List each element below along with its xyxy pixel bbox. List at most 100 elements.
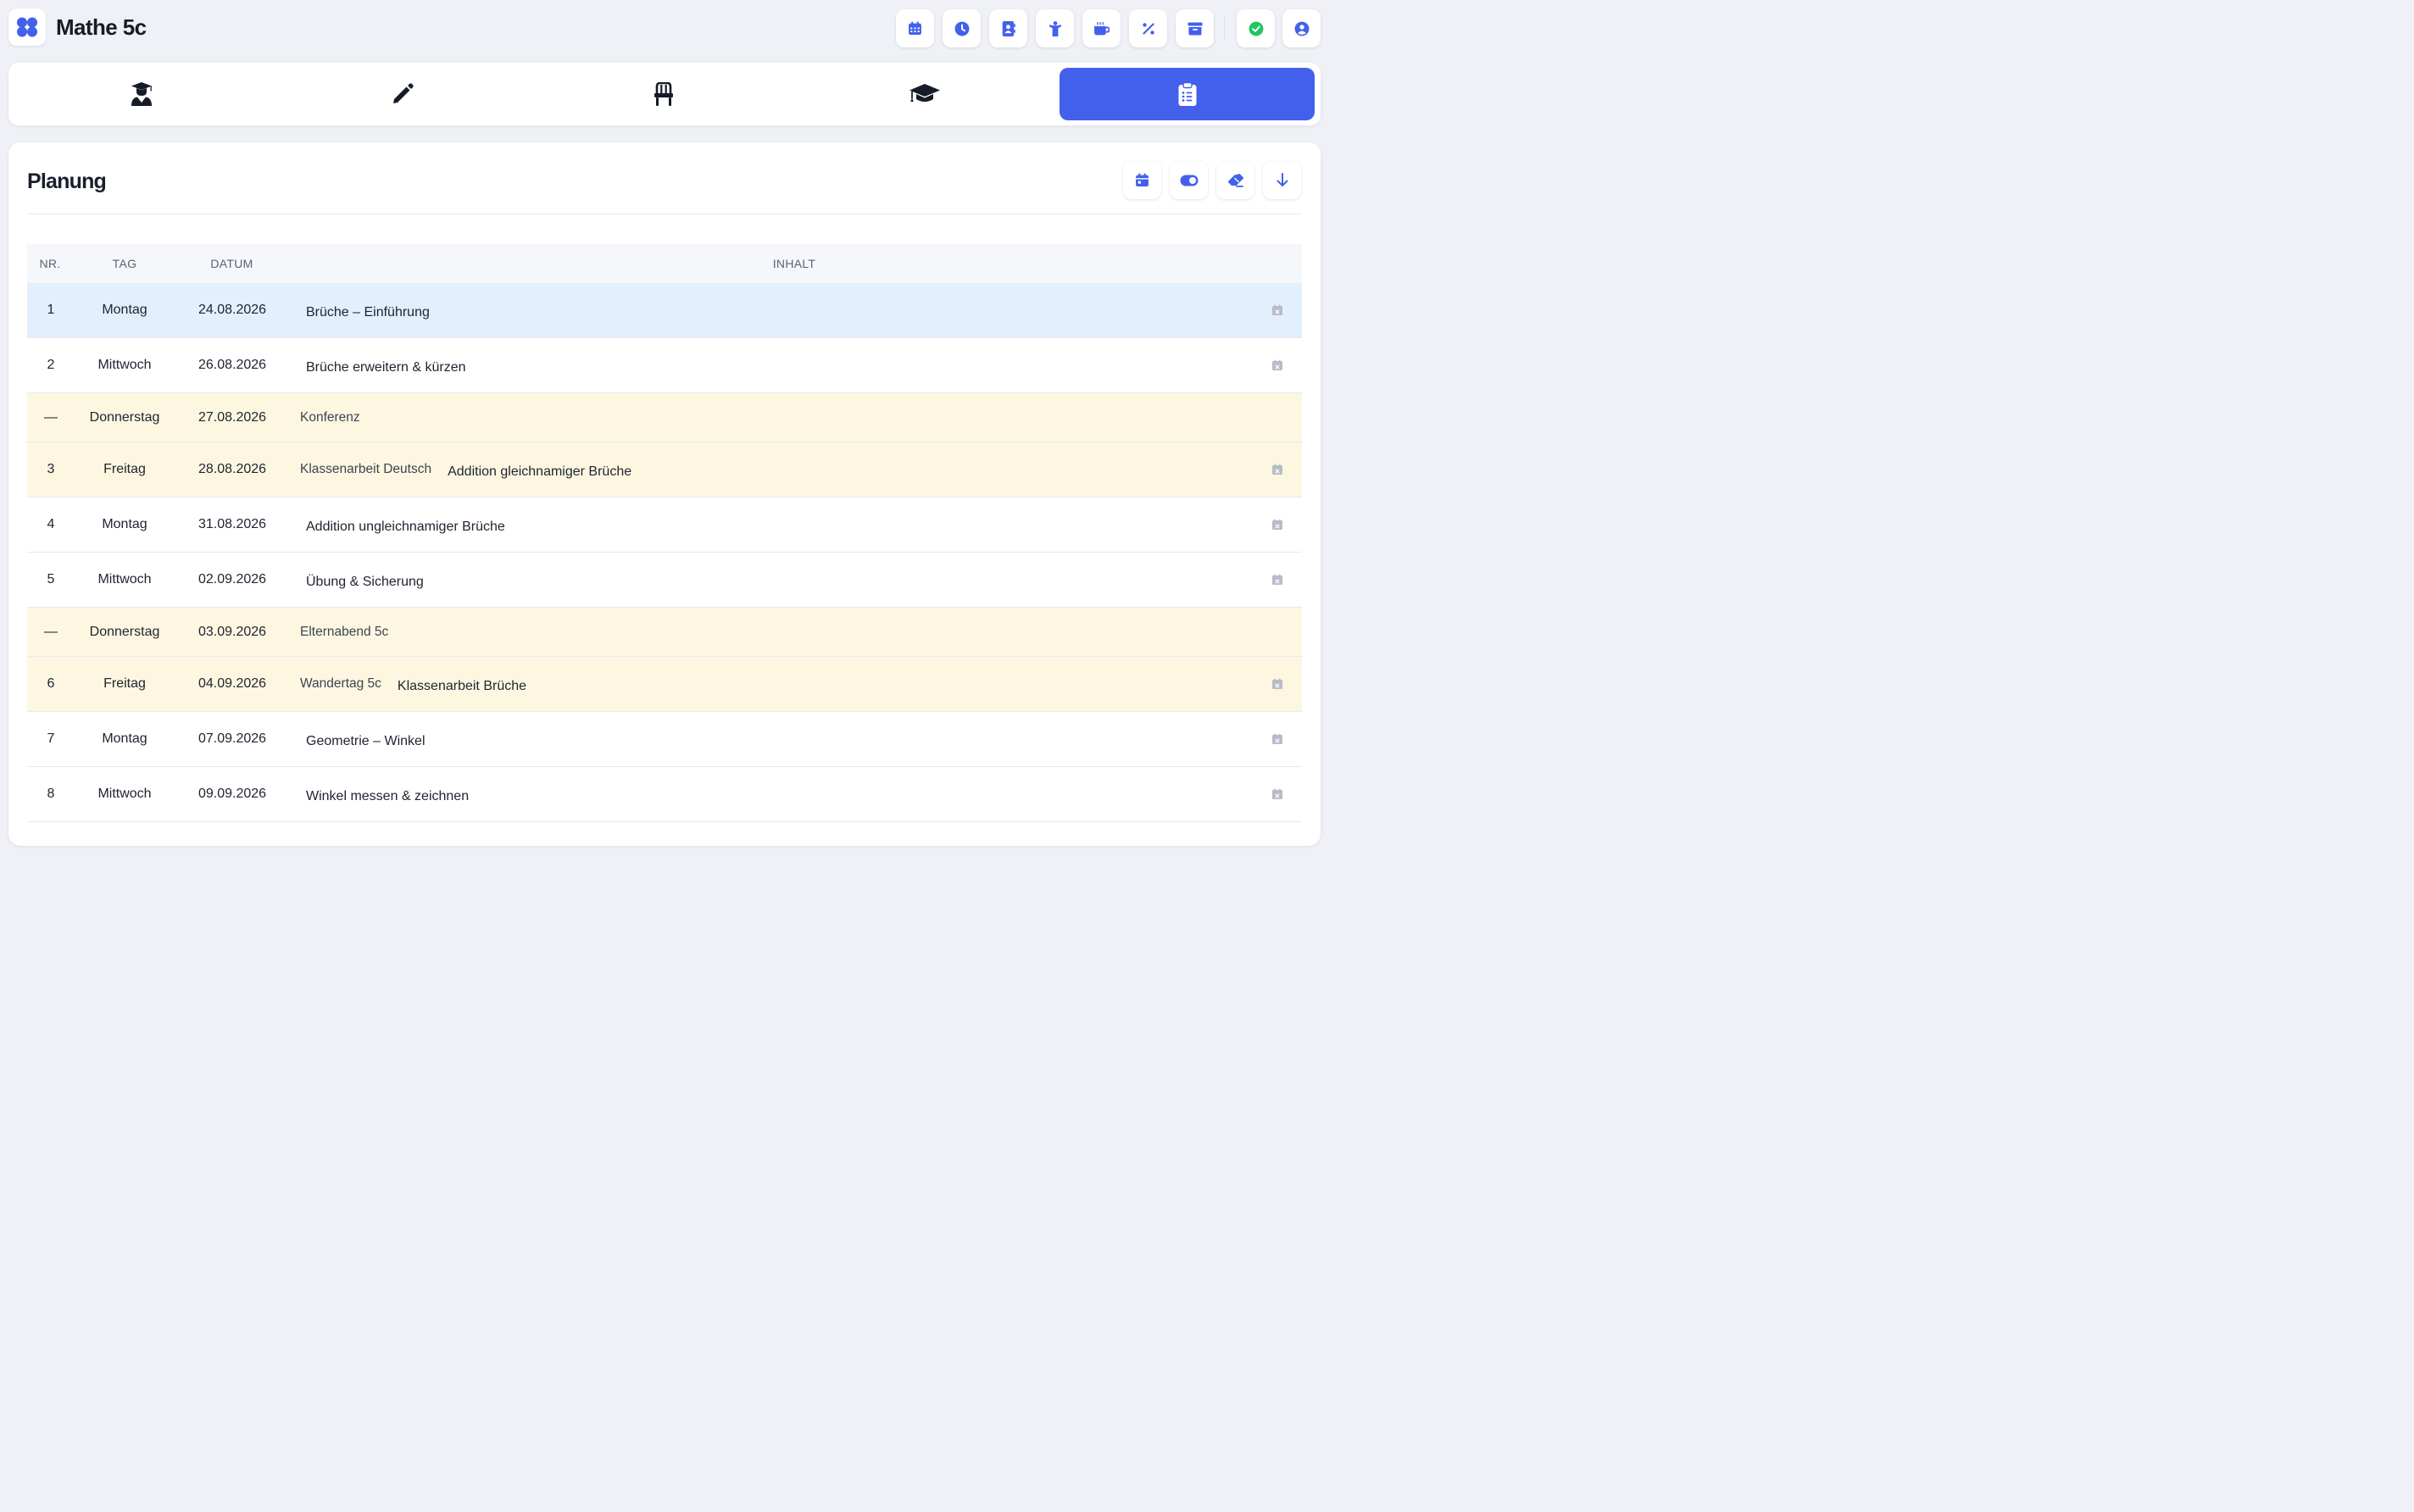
contacts-button[interactable] xyxy=(989,9,1027,47)
person-button[interactable] xyxy=(1036,9,1074,47)
column-header-nr[interactable]: NR. xyxy=(27,257,73,270)
row-weekday: Mittwoch xyxy=(97,358,152,372)
row-number: 6 xyxy=(47,676,55,691)
teacher-icon xyxy=(131,82,152,106)
eraser-button[interactable] xyxy=(1216,161,1254,199)
cancel-lesson-icon[interactable] xyxy=(1271,733,1283,745)
row-date: 27.08.2026 xyxy=(197,409,267,425)
row-weekday: Freitag xyxy=(103,676,146,691)
calendar-view-button[interactable] xyxy=(1123,161,1161,199)
row-event: Wandertag 5c xyxy=(300,676,381,691)
calendar-button[interactable] xyxy=(896,9,934,47)
cancel-lesson-icon[interactable] xyxy=(1271,519,1283,531)
cancel-lesson-icon[interactable] xyxy=(1271,359,1283,371)
row-date: 04.09.2026 xyxy=(197,676,267,691)
person-icon xyxy=(1048,20,1061,36)
clock-icon xyxy=(954,21,969,36)
toggle-button[interactable] xyxy=(1170,161,1208,199)
coffee-button[interactable] xyxy=(1082,9,1121,47)
row-event: Konferenz xyxy=(300,409,360,425)
row-date: 31.08.2026 xyxy=(197,517,267,531)
tab-planning[interactable] xyxy=(1060,68,1315,120)
row-weekday: Montag xyxy=(102,517,147,531)
row-date: 07.09.2026 xyxy=(197,731,267,746)
column-header-datum[interactable]: DATUM xyxy=(188,257,275,270)
clock-button[interactable] xyxy=(943,9,981,47)
toolbar-separator xyxy=(1224,17,1225,41)
download-button[interactable] xyxy=(1263,161,1301,199)
row-number: 8 xyxy=(47,787,55,801)
table-row[interactable]: 3 Freitag 28.08.2026 Klassenarbeit Deutsch A… xyxy=(27,442,1302,498)
row-date: 26.08.2026 xyxy=(197,358,267,372)
table-body: 1 Montag 24.08.2026 Brüche – Einführung 2 Mit… xyxy=(27,283,1302,822)
row-weekday: Freitag xyxy=(103,462,146,476)
row-content[interactable]: Brüche erweitern & kürzen xyxy=(306,360,466,375)
column-header-inhalt[interactable]: INHALT xyxy=(731,257,858,270)
table-row[interactable]: 2 Mittwoch 26.08.2026 Brüche erweitern & kü… xyxy=(27,338,1302,393)
row-number: 1 xyxy=(47,303,55,317)
user-circle-icon xyxy=(1294,21,1309,36)
row-date: 09.09.2026 xyxy=(197,787,267,801)
cancel-lesson-icon[interactable] xyxy=(1271,788,1283,800)
status-button[interactable] xyxy=(1237,9,1275,47)
row-content[interactable]: Klassenarbeit Brüche xyxy=(398,679,526,694)
clipboard-list-icon xyxy=(1178,82,1196,106)
download-arrow-icon xyxy=(1277,173,1288,186)
calendar-icon xyxy=(1136,173,1149,186)
row-weekday: Montag xyxy=(102,303,147,317)
row-number: — xyxy=(44,624,58,639)
row-weekday: Montag xyxy=(102,731,147,746)
table-header: NR. TAG DATUM INHALT xyxy=(27,244,1302,283)
row-content[interactable]: Brüche – Einführung xyxy=(306,305,430,320)
cancel-lesson-icon[interactable] xyxy=(1271,464,1283,475)
pencil-icon xyxy=(392,83,414,103)
top-header: Mathe 5c xyxy=(0,0,1329,58)
tab-teacher[interactable] xyxy=(14,68,269,120)
archive-button[interactable] xyxy=(1176,9,1214,47)
table-row[interactable]: 1 Montag 24.08.2026 Brüche – Einführung xyxy=(27,283,1302,338)
table-row[interactable]: 6 Freitag 04.09.2026 Wandertag 5c Klassenarb… xyxy=(27,657,1302,712)
cancel-lesson-icon[interactable] xyxy=(1271,678,1283,690)
app-title: Mathe 5c xyxy=(56,14,147,40)
tab-grades[interactable] xyxy=(797,68,1052,120)
cancel-lesson-icon[interactable] xyxy=(1271,304,1283,316)
tab-edit[interactable] xyxy=(275,68,530,120)
cancel-lesson-icon[interactable] xyxy=(1271,574,1283,586)
column-header-tag[interactable]: TAG xyxy=(86,257,163,270)
row-weekday: Donnerstag xyxy=(89,409,160,425)
eraser-icon xyxy=(1227,173,1243,187)
contacts-icon xyxy=(1002,20,1015,36)
row-number: 3 xyxy=(47,462,55,476)
coffee-icon xyxy=(1094,21,1110,35)
table-row[interactable]: — Donnerstag 03.09.2026 Elternabend 5c xyxy=(27,608,1302,657)
chair-icon xyxy=(654,82,673,106)
row-number: 7 xyxy=(47,731,55,746)
table-row[interactable]: — Donnerstag 27.08.2026 Konferenz xyxy=(27,393,1302,442)
page-title: Planung xyxy=(27,170,107,193)
row-event: Klassenarbeit Deutsch xyxy=(300,462,432,476)
table-row[interactable]: 5 Mittwoch 02.09.2026 Übung & Sicherung xyxy=(27,553,1302,608)
table-row[interactable]: 4 Montag 31.08.2026 Addition ungleichnamige… xyxy=(27,498,1302,553)
archive-icon xyxy=(1188,22,1202,35)
row-content[interactable]: Geometrie – Winkel xyxy=(306,734,426,749)
planning-table: NR. TAG DATUM INHALT 1 Montag 24.08.2026 Br… xyxy=(27,244,1302,822)
row-date: 02.09.2026 xyxy=(197,572,267,586)
row-content[interactable]: Übung & Sicherung xyxy=(306,575,424,590)
row-weekday: Mittwoch xyxy=(97,572,152,586)
main-tabs xyxy=(8,63,1321,125)
row-date: 03.09.2026 xyxy=(197,624,267,639)
table-row[interactable]: 7 Montag 07.09.2026 Geometrie – Winkel xyxy=(27,712,1302,767)
percent-button[interactable] xyxy=(1129,9,1167,47)
row-number: 2 xyxy=(47,358,55,372)
graduation-cap-icon xyxy=(909,84,940,102)
tab-seating[interactable] xyxy=(536,68,791,120)
row-number: — xyxy=(44,409,58,425)
app-logo[interactable] xyxy=(8,8,46,46)
planning-card: Planung NR. TAG DATUM INHALT 1 Montag 24… xyxy=(8,142,1321,846)
row-content[interactable]: Winkel messen & zeichnen xyxy=(306,789,469,804)
account-button[interactable] xyxy=(1282,9,1321,47)
row-content[interactable]: Addition ungleichnamiger Brüche xyxy=(306,520,505,535)
calendar-icon xyxy=(909,21,921,35)
row-content[interactable]: Addition gleichnamiger Brüche xyxy=(448,464,631,480)
table-row[interactable]: 8 Mittwoch 09.09.2026 Winkel messen & zeich… xyxy=(27,767,1302,822)
